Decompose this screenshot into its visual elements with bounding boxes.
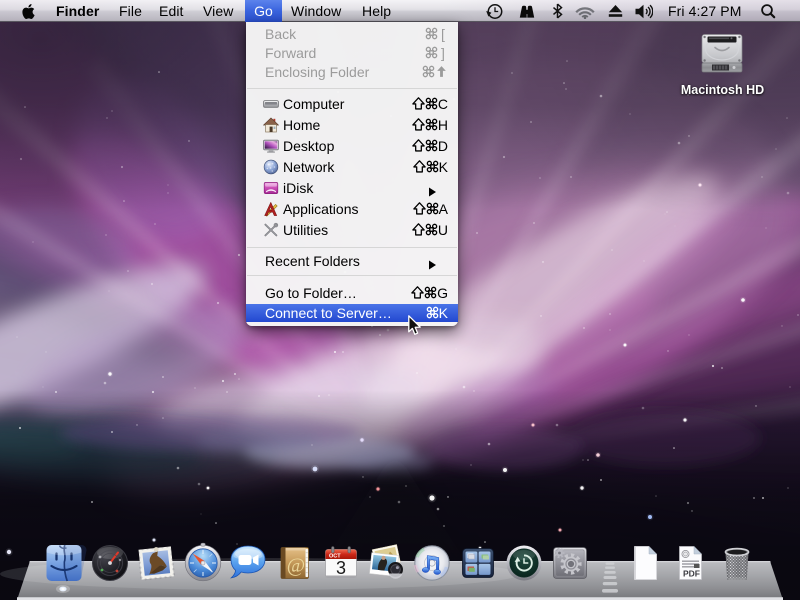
svg-text:PDF: PDF: [683, 569, 700, 579]
svg-text:@: @: [287, 555, 305, 577]
svg-text:3: 3: [336, 558, 346, 578]
